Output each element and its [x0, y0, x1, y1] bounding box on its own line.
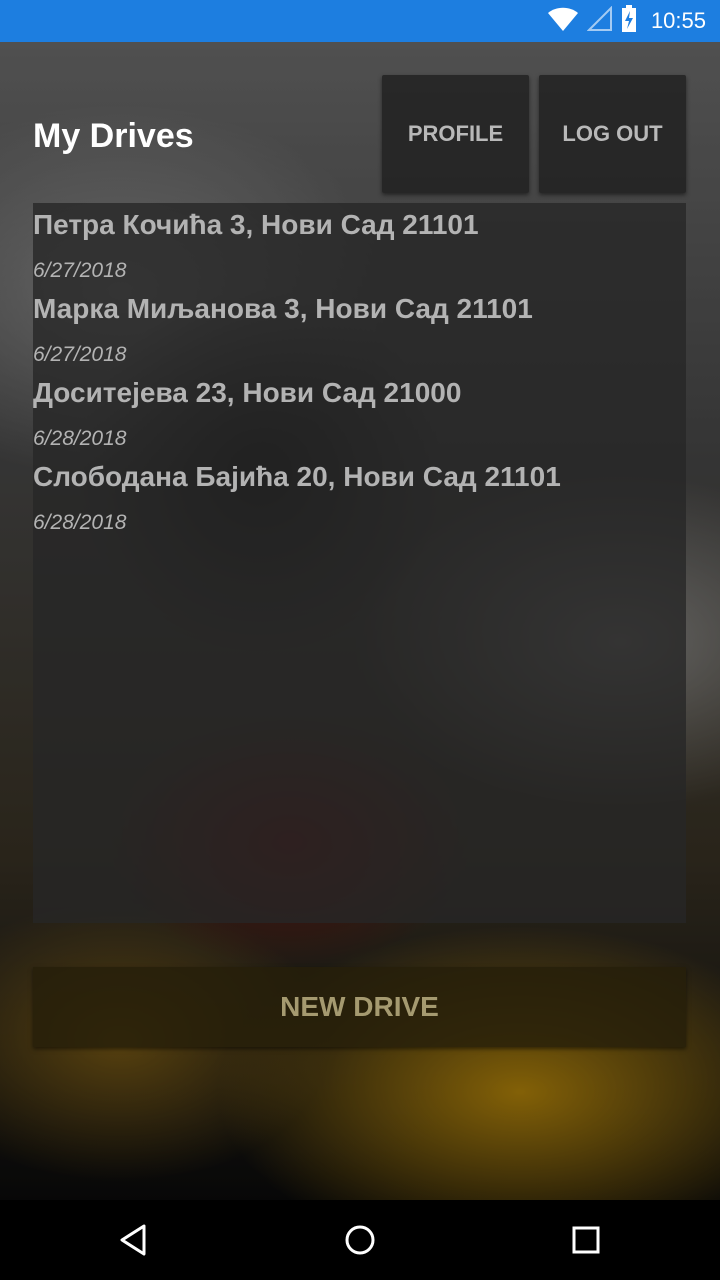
drive-address: Доситејева 23, Нови Сад 21000 [33, 377, 462, 408]
drive-date: 6/28/2018 [33, 511, 127, 534]
drive-date: 6/27/2018 [33, 343, 127, 366]
drive-address: Петра Кочића 3, Нови Сад 21101 [33, 209, 479, 240]
wifi-icon [547, 6, 579, 37]
recent-apps-icon[interactable] [566, 1220, 606, 1260]
navigation-bar [0, 1200, 720, 1280]
status-bar: 10:55 [0, 0, 720, 42]
drive-date: 6/28/2018 [33, 427, 127, 450]
drive-address: Марка Миљанова 3, Нови Сад 21101 [33, 293, 533, 324]
status-icons: 10:55 [547, 0, 706, 42]
list-item[interactable]: Доситејева 23, Нови Сад 21000 6/28/2018 [33, 371, 686, 455]
profile-button[interactable]: PROFILE [382, 75, 529, 193]
list-item[interactable]: Петра Кочића 3, Нови Сад 21101 6/27/2018 [33, 203, 686, 287]
page-title: My Drives [33, 117, 194, 155]
home-icon[interactable] [340, 1220, 380, 1260]
drive-date: 6/27/2018 [33, 259, 127, 282]
logout-button[interactable]: LOG OUT [539, 75, 686, 193]
drives-list[interactable]: Петра Кочића 3, Нови Сад 21101 6/27/2018… [33, 203, 686, 923]
drive-address: Слободана Бајића 20, Нови Сад 21101 [33, 461, 561, 492]
new-drive-button[interactable]: NEW DRIVE [33, 967, 686, 1047]
list-item[interactable]: Слободана Бајића 20, Нови Сад 21101 6/28… [33, 455, 686, 539]
list-item[interactable]: Марка Миљанова 3, Нови Сад 21101 6/27/20… [33, 287, 686, 371]
back-icon[interactable] [114, 1220, 154, 1260]
battery-charging-icon [621, 4, 637, 38]
clock: 10:55 [650, 8, 706, 33]
cell-signal-icon [586, 5, 613, 37]
